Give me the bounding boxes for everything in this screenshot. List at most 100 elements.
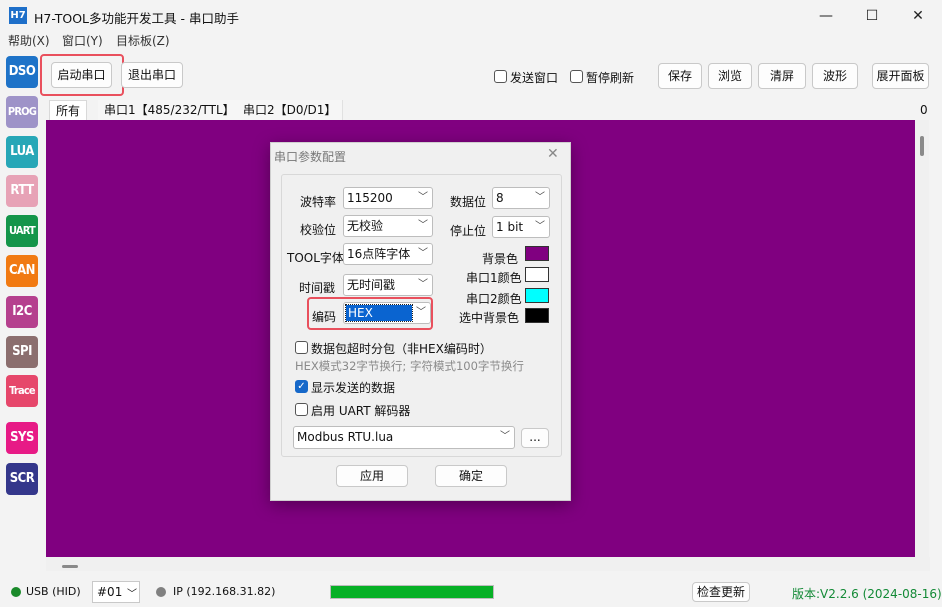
uart-decoder-label: 启用 UART 解码器 [311, 404, 411, 418]
font-label: TOOL字体 [287, 251, 344, 265]
send-window-checkbox[interactable] [494, 70, 507, 83]
start-port-button[interactable]: 启动串口 [51, 62, 112, 88]
device-select[interactable]: #01 ﹀ [92, 581, 140, 603]
horizontal-scrollbar[interactable] [46, 557, 930, 571]
menu-target-board[interactable]: 目标板(Z) [116, 32, 170, 49]
check-update-button[interactable]: 检查更新 [692, 582, 750, 602]
close-button[interactable]: ✕ [895, 0, 941, 32]
stopbits-value: 1 bit [496, 220, 524, 234]
tab-port1[interactable]: 串口1【485/232/TTL】 [98, 100, 242, 120]
databits-select[interactable]: 8 ﹀ [492, 187, 550, 209]
sidebar-prog-button[interactable]: PROG [6, 96, 38, 128]
stopbits-select[interactable]: 1 bit ﹀ [492, 216, 550, 238]
timestamp-label: 时间戳 [299, 281, 336, 295]
sidebar-trace-button[interactable]: Trace [6, 375, 38, 407]
device-value: #01 [97, 585, 123, 599]
vertical-scroll-thumb[interactable] [920, 136, 924, 156]
usb-status-icon [11, 587, 21, 597]
decoder-select[interactable]: Modbus RTU.lua ﹀ [293, 426, 515, 449]
chevron-down-icon: ﹀ [418, 220, 428, 231]
decoder-value: Modbus RTU.lua [297, 430, 394, 444]
browse-button[interactable]: 浏览 [708, 63, 752, 89]
send-window-label: 发送窗口 [510, 71, 559, 85]
menu-window[interactable]: 窗口(Y) [62, 32, 103, 49]
menu-bar: 帮助(X) 窗口(Y) 目标板(Z) [0, 32, 942, 50]
progress-bar [330, 585, 494, 599]
serial-config-dialog: 串口参数配置 ✕ 波特率 115200 ﹀ 数据位 8 ﹀ 校验位 无校验 ﹀ … [270, 142, 571, 501]
sidebar-rtt-button[interactable]: RTT [6, 175, 38, 207]
parity-label: 校验位 [300, 223, 337, 237]
stopbits-label: 停止位 [450, 224, 487, 238]
bg-color-swatch[interactable] [525, 246, 549, 261]
packet-timeout-checkbox[interactable] [295, 341, 308, 354]
show-sent-label: 显示发送的数据 [311, 381, 396, 395]
tab-port2[interactable]: 串口2【D0/D1】 [237, 100, 344, 120]
app-icon: H7 [9, 7, 27, 24]
expand-panel-button[interactable]: 展开面板 [872, 63, 929, 89]
status-bar: USB (HID) #01 ﹀ IP (192.168.31.82) 检查更新 … [0, 578, 942, 607]
chevron-down-icon: ﹀ [535, 192, 545, 203]
pause-refresh-checkbox[interactable] [570, 70, 583, 83]
sidebar-spi-button[interactable]: SPI [6, 336, 38, 368]
clear-screen-button[interactable]: 清屏 [758, 63, 806, 89]
baud-label: 波特率 [300, 195, 337, 209]
progress-fill [331, 586, 493, 598]
databits-label: 数据位 [450, 195, 487, 209]
chevron-down-icon: ﹀ [416, 307, 426, 318]
version-label: 版本:V2.2.6 (2024-08-16) [792, 587, 942, 601]
sidebar-i2c-button[interactable]: I2C [6, 296, 38, 328]
horizontal-scroll-thumb[interactable] [62, 565, 78, 568]
apply-button[interactable]: 应用 [336, 465, 408, 487]
uart-decoder-checkbox[interactable] [295, 403, 308, 416]
port2-color-swatch[interactable] [525, 288, 549, 303]
font-value: 16点阵字体 [347, 247, 411, 261]
packet-timeout-label: 数据包超时分包（非HEX编码时） [311, 342, 492, 356]
exit-port-button[interactable]: 退出串口 [121, 62, 183, 88]
chevron-down-icon: ﹀ [418, 192, 428, 203]
bg-color-label: 背景色 [482, 252, 519, 266]
databits-value: 8 [496, 191, 504, 205]
sidebar-scr-button[interactable]: SCR [6, 463, 38, 495]
timestamp-select[interactable]: 无时间戳 ﹀ [343, 274, 433, 296]
baud-select[interactable]: 115200 ﹀ [343, 187, 433, 209]
waveform-button[interactable]: 波形 [812, 63, 858, 89]
menu-help[interactable]: 帮助(X) [8, 32, 50, 49]
show-sent-checkbox[interactable]: ✓ [295, 380, 308, 393]
ok-button[interactable]: 确定 [435, 465, 507, 487]
usb-status: USB (HID) [26, 585, 81, 598]
parity-select[interactable]: 无校验 ﹀ [343, 215, 433, 237]
sidebar-lua-button[interactable]: LUA [6, 136, 38, 168]
sidebar-sys-button[interactable]: SYS [6, 422, 38, 454]
port1-color-label: 串口1颜色 [466, 271, 522, 285]
port2-color-label: 串口2颜色 [466, 292, 522, 306]
decoder-browse-button[interactable]: ... [521, 428, 549, 448]
ip-status-icon [156, 587, 166, 597]
pause-refresh-label: 暂停刷新 [586, 71, 635, 85]
window-title: H7-TOOL多功能开发工具 - 串口助手 [34, 11, 239, 26]
sidebar-dso-button[interactable]: DSO [6, 56, 38, 88]
maximize-button[interactable]: ☐ [849, 0, 895, 32]
chevron-down-icon: ﹀ [535, 221, 545, 232]
vertical-scrollbar[interactable] [915, 120, 929, 557]
tab-all[interactable]: 所有 [49, 100, 88, 120]
encoding-select[interactable]: HEX ﹀ [343, 302, 431, 324]
newline-hint: HEX模式32字节换行; 字符模式100字节换行 [295, 359, 524, 373]
ip-status: IP (192.168.31.82) [173, 585, 276, 598]
title-bar: H7 H7-TOOL多功能开发工具 - 串口助手 — ☐ ✕ [0, 0, 942, 32]
encoding-value: HEX [345, 304, 413, 322]
chevron-down-icon: ﹀ [127, 589, 137, 600]
sidebar-can-button[interactable]: CAN [6, 255, 38, 287]
baud-value: 115200 [347, 191, 393, 205]
dialog-close-icon[interactable]: ✕ [547, 146, 559, 162]
font-select[interactable]: 16点阵字体 ﹀ [343, 243, 433, 265]
encoding-label: 编码 [312, 310, 337, 324]
selected-bg-label: 选中背景色 [459, 311, 520, 325]
chevron-down-icon: ﹀ [500, 431, 510, 442]
rx-counter: 0 [920, 103, 928, 117]
sidebar-uart-button[interactable]: UART [6, 215, 38, 247]
port1-color-swatch[interactable] [525, 267, 549, 282]
minimize-button[interactable]: — [803, 0, 849, 32]
selected-bg-swatch[interactable] [525, 308, 549, 323]
save-button[interactable]: 保存 [658, 63, 702, 89]
chevron-down-icon: ﹀ [418, 248, 428, 259]
